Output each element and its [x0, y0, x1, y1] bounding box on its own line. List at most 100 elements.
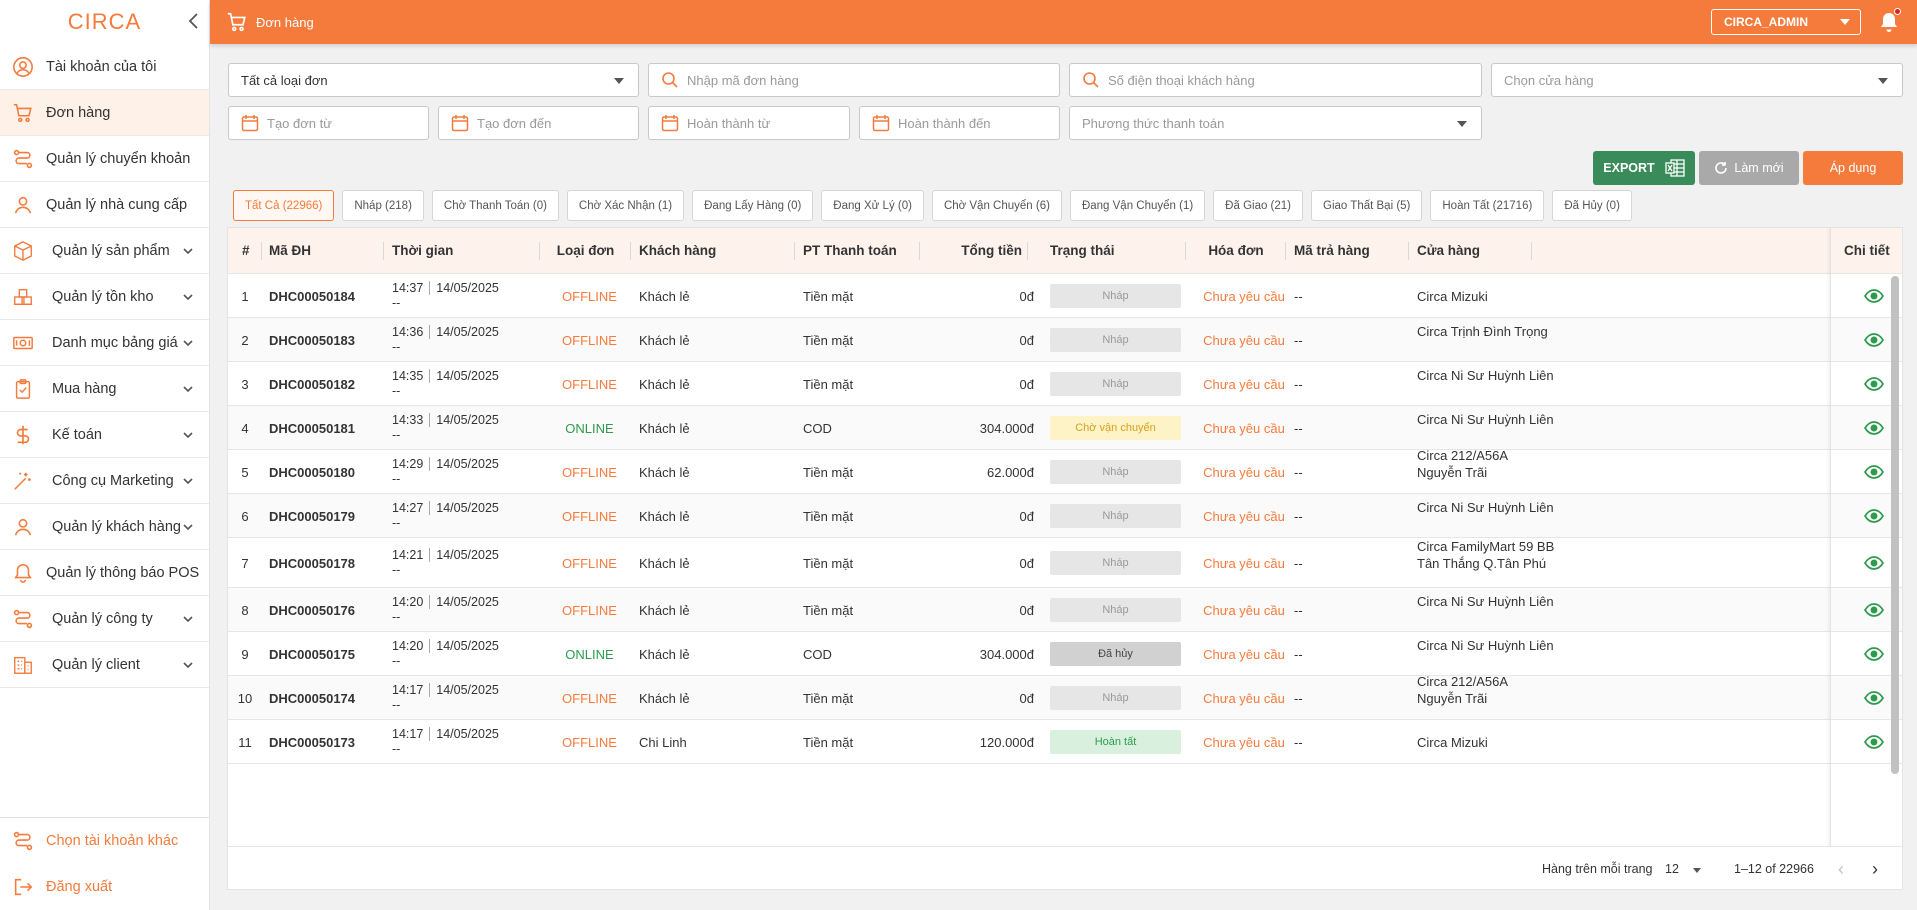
order-code-placeholder: Nhập mã đơn hàng: [687, 72, 799, 88]
table-row[interactable]: 1 DHC00050184 14:37 14/05/2025 -- OFFLINE Khác…: [228, 274, 1902, 318]
collapse-sidebar-icon[interactable]: [187, 12, 201, 30]
table-row[interactable]: 6 DHC00050179 14:27 14/05/2025 -- OFFLINE Khác…: [228, 494, 1902, 538]
sidebar-item-user-circle[interactable]: Tài khoản của tôi: [0, 44, 209, 90]
order-type: OFFLINE: [562, 556, 617, 571]
previous-page-icon[interactable]: ‹: [1838, 859, 1844, 880]
column-header[interactable]: Hóa đơn: [1186, 228, 1286, 274]
return-code: --: [1294, 735, 1303, 750]
status-tab[interactable]: Đã Hủy (0): [1552, 190, 1632, 221]
store-select[interactable]: Chọn cửa hàng: [1491, 63, 1903, 97]
order-type-select[interactable]: Tất cả loại đơn: [228, 63, 639, 97]
invoice-status[interactable]: Chưa yêu cầu: [1186, 377, 1302, 392]
invoice-status[interactable]: Chưa yêu cầu: [1186, 691, 1302, 706]
order-code[interactable]: DHC00050181: [269, 421, 355, 436]
created-to-date[interactable]: Tạo đơn đến: [438, 106, 639, 140]
sidebar-item-warehouse[interactable]: Quản lý tồn kho: [0, 274, 209, 320]
order-code[interactable]: DHC00050183: [269, 333, 355, 348]
invoice-status[interactable]: Chưa yêu cầu: [1186, 603, 1302, 618]
column-header[interactable]: #: [228, 228, 262, 274]
sidebar-item-transfer[interactable]: Quản lý công ty: [0, 596, 209, 642]
table-row[interactable]: 9 DHC00050175 14:20 14/05/2025 -- ONLINE Khách…: [228, 632, 1902, 676]
status-tab[interactable]: Tất Cả (22966): [233, 190, 335, 221]
invoice-status[interactable]: Chưa yêu cầu: [1186, 509, 1302, 524]
sidebar-item-box[interactable]: Quản lý sản phẩm: [0, 228, 209, 274]
sidebar-item-magic-wand[interactable]: Công cụ Marketing: [0, 458, 209, 504]
notification-bell-icon[interactable]: [1879, 8, 1901, 33]
order-code[interactable]: DHC00050178: [269, 556, 355, 571]
sidebar-item-clipboard[interactable]: Mua hàng: [0, 366, 209, 412]
completed-to-date[interactable]: Hoàn thành đến: [859, 106, 1060, 140]
store-name: Circa Ni Sư Huỳnh Liên: [1417, 638, 1554, 653]
sidebar-item-money[interactable]: Danh mục bảng giá: [0, 320, 209, 366]
sidebar-item-cart[interactable]: Đơn hàng: [0, 90, 209, 136]
table-row[interactable]: 11 DHC00050173 14:17 14/05/2025 -- OFFLINE Chi…: [228, 720, 1902, 764]
column-header[interactable]: Mã ĐH: [261, 228, 384, 274]
bell-icon: [12, 562, 34, 584]
apply-button[interactable]: Áp dụng: [1803, 151, 1903, 185]
order-code-input[interactable]: Nhập mã đơn hàng: [648, 63, 1060, 97]
completed-from-date[interactable]: Hoàn thành từ: [648, 106, 850, 140]
excel-icon: [1665, 159, 1685, 177]
invoice-status[interactable]: Chưa yêu cầu: [1186, 421, 1302, 436]
sidebar-item-dollar[interactable]: Kế toán: [0, 412, 209, 458]
invoice-status[interactable]: Chưa yêu cầu: [1186, 465, 1302, 480]
order-code[interactable]: DHC00050179: [269, 509, 355, 524]
table-row[interactable]: 4 DHC00050181 14:33 14/05/2025 -- ONLINE Khách…: [228, 406, 1902, 450]
time: 14:17: [392, 683, 431, 697]
table-row[interactable]: 10 DHC00050174 14:17 14/05/2025 -- OFFLINE Khá…: [228, 674, 1902, 720]
table-row[interactable]: 8 DHC00050176 14:20 14/05/2025 -- OFFLINE Khác…: [228, 588, 1902, 632]
phone-input[interactable]: Số điện thoại khách hàng: [1069, 63, 1482, 97]
sidebar-item-switch-account[interactable]: Chọn tài khoản khác: [0, 818, 209, 864]
invoice-status[interactable]: Chưa yêu cầu: [1186, 333, 1302, 348]
order-code[interactable]: DHC00050175: [269, 647, 355, 662]
next-page-icon[interactable]: ›: [1872, 859, 1878, 880]
column-header[interactable]: Thời gian: [384, 228, 540, 274]
status-tab[interactable]: Đang Xử Lý (0): [821, 190, 924, 221]
sidebar-item-logout[interactable]: Đăng xuất: [0, 864, 209, 910]
order-code[interactable]: DHC00050174: [269, 691, 355, 706]
invoice-status[interactable]: Chưa yêu cầu: [1186, 735, 1302, 750]
export-button[interactable]: EXPORT: [1593, 151, 1695, 185]
table-row[interactable]: 2 DHC00050183 14:36 14/05/2025 -- OFFLINE Khác…: [228, 318, 1902, 362]
created-from-date[interactable]: Tạo đơn từ: [228, 106, 429, 140]
table-row[interactable]: 3 DHC00050182 14:35 14/05/2025 -- OFFLINE Khác…: [228, 362, 1902, 406]
status-badge: Nháp: [1050, 284, 1181, 308]
order-code[interactable]: DHC00050176: [269, 603, 355, 618]
status-tab[interactable]: Đang Lấy Hàng (0): [692, 190, 814, 221]
sidebar-item-person[interactable]: Quản lý nhà cung cấp: [0, 182, 209, 228]
status-tab[interactable]: Hoàn Tất (21716): [1430, 190, 1545, 221]
invoice-status[interactable]: Chưa yêu cầu: [1186, 289, 1302, 304]
status-tab[interactable]: Đang Vận Chuyển (1): [1069, 190, 1206, 221]
column-header[interactable]: Tổng tiền: [920, 228, 1028, 274]
column-header[interactable]: Khách hàng: [631, 228, 795, 274]
status-tab[interactable]: Nháp (218): [342, 190, 424, 221]
order-code[interactable]: DHC00050184: [269, 289, 355, 304]
payment-method-select[interactable]: Phương thức thanh toán: [1069, 106, 1482, 140]
column-header[interactable]: Cửa hàng: [1409, 228, 1532, 274]
column-header[interactable]: Mã trả hàng: [1286, 228, 1409, 274]
invoice-status[interactable]: Chưa yêu cầu: [1186, 556, 1302, 571]
sidebar-item-transfer[interactable]: Quản lý chuyển khoản: [0, 136, 209, 182]
order-code[interactable]: DHC00050180: [269, 465, 355, 480]
status-tab[interactable]: Giao Thất Bại (5): [1311, 190, 1423, 221]
column-header[interactable]: Loại đơn: [540, 228, 631, 274]
status-tab[interactable]: Đã Giao (21): [1213, 190, 1304, 221]
invoice-status[interactable]: Chưa yêu cầu: [1186, 647, 1302, 662]
sidebar-item-person[interactable]: Quản lý khách hàng: [0, 504, 209, 550]
table-row[interactable]: 7 DHC00050178 14:21 14/05/2025 -- OFFLINE Khác…: [228, 538, 1902, 588]
table-row[interactable]: 5 DHC00050180 14:29 14/05/2025 -- OFFLINE Khác…: [228, 448, 1902, 494]
refresh-button[interactable]: Làm mới: [1699, 151, 1799, 185]
status-tabs: Tất Cả (22966) Nháp (218) Chờ Thanh Toán (…: [233, 190, 1640, 221]
column-header[interactable]: PT Thanh toán: [795, 228, 920, 274]
status-tab[interactable]: Chờ Thanh Toán (0): [431, 190, 559, 221]
table-scrollbar[interactable]: [1891, 276, 1899, 774]
user-account-select[interactable]: CIRCA_ADMIN: [1711, 9, 1861, 35]
order-code[interactable]: DHC00050182: [269, 377, 355, 392]
status-tab[interactable]: Chờ Vận Chuyển (6): [931, 190, 1062, 221]
order-code[interactable]: DHC00050173: [269, 735, 355, 750]
sidebar-item-bell[interactable]: Quản lý thông báo POS: [0, 550, 209, 596]
status-tab[interactable]: Chờ Xác Nhận (1): [566, 190, 685, 221]
rows-per-page-select[interactable]: 12: [1665, 862, 1679, 876]
column-header[interactable]: Trạng thái: [1042, 228, 1186, 274]
sidebar-item-building[interactable]: Quản lý client: [0, 642, 209, 688]
